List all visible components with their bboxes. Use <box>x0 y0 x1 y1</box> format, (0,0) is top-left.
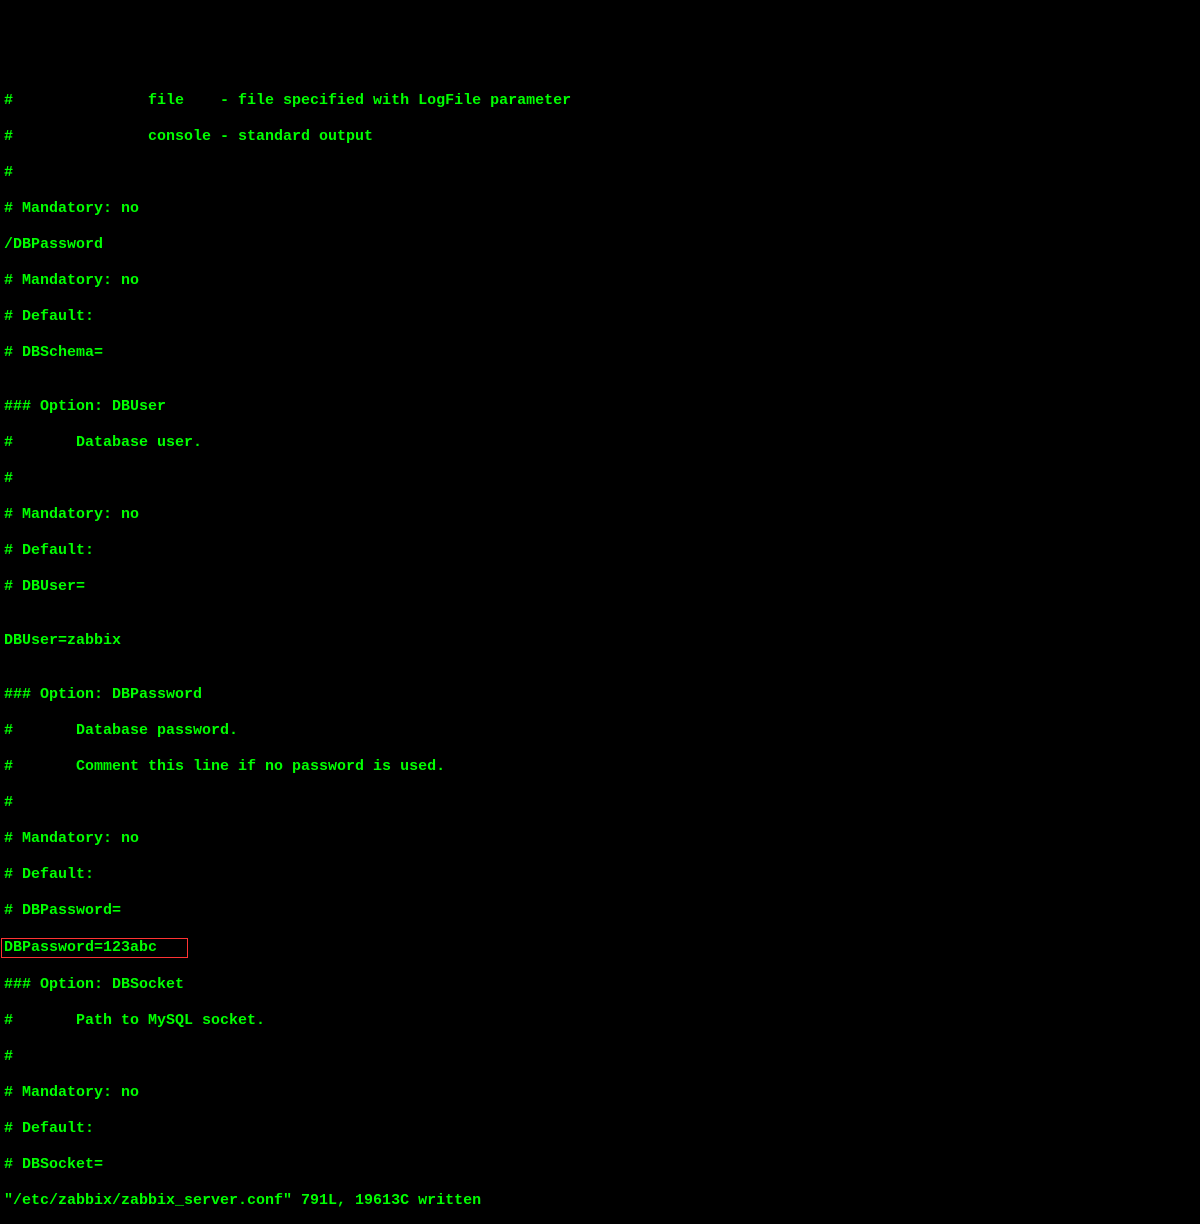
config-line: # Mandatory: no <box>4 272 1196 290</box>
highlighted-dbpassword-line: DBPassword=123abc <box>4 938 1196 958</box>
config-line: /DBPassword <box>4 236 1196 254</box>
config-line: # Database password. <box>4 722 1196 740</box>
config-line: # <box>4 164 1196 182</box>
config-line: # Default: <box>4 308 1196 326</box>
config-line: # console - standard output <box>4 128 1196 146</box>
config-line: # file - file specified with LogFile par… <box>4 92 1196 110</box>
config-line: # DBUser= <box>4 578 1196 596</box>
config-line: # Mandatory: no <box>4 506 1196 524</box>
config-line: # <box>4 1048 1196 1066</box>
config-line: ### Option: DBPassword <box>4 686 1196 704</box>
config-line: # Default: <box>4 542 1196 560</box>
config-line: # Mandatory: no <box>4 830 1196 848</box>
dbpassword-value: DBPassword=123abc <box>1 938 188 958</box>
config-line: ### Option: DBUser <box>4 398 1196 416</box>
config-line: # Mandatory: no <box>4 1084 1196 1102</box>
config-line: # DBSocket= <box>4 1156 1196 1174</box>
terminal-output[interactable]: # file - file specified with LogFile par… <box>4 74 1196 1224</box>
config-line: # Default: <box>4 1120 1196 1138</box>
config-line: # Database user. <box>4 434 1196 452</box>
config-line: ### Option: DBSocket <box>4 976 1196 994</box>
config-line: # Mandatory: no <box>4 200 1196 218</box>
config-line: # DBPassword= <box>4 902 1196 920</box>
config-line: # <box>4 794 1196 812</box>
config-line: DBUser=zabbix <box>4 632 1196 650</box>
config-line: # DBSchema= <box>4 344 1196 362</box>
vim-write-message: "/etc/zabbix/zabbix_server.conf" 791L, 1… <box>4 1192 1196 1210</box>
config-line: # Path to MySQL socket. <box>4 1012 1196 1030</box>
config-line: # <box>4 470 1196 488</box>
config-line: # Comment this line if no password is us… <box>4 758 1196 776</box>
config-line: # Default: <box>4 866 1196 884</box>
